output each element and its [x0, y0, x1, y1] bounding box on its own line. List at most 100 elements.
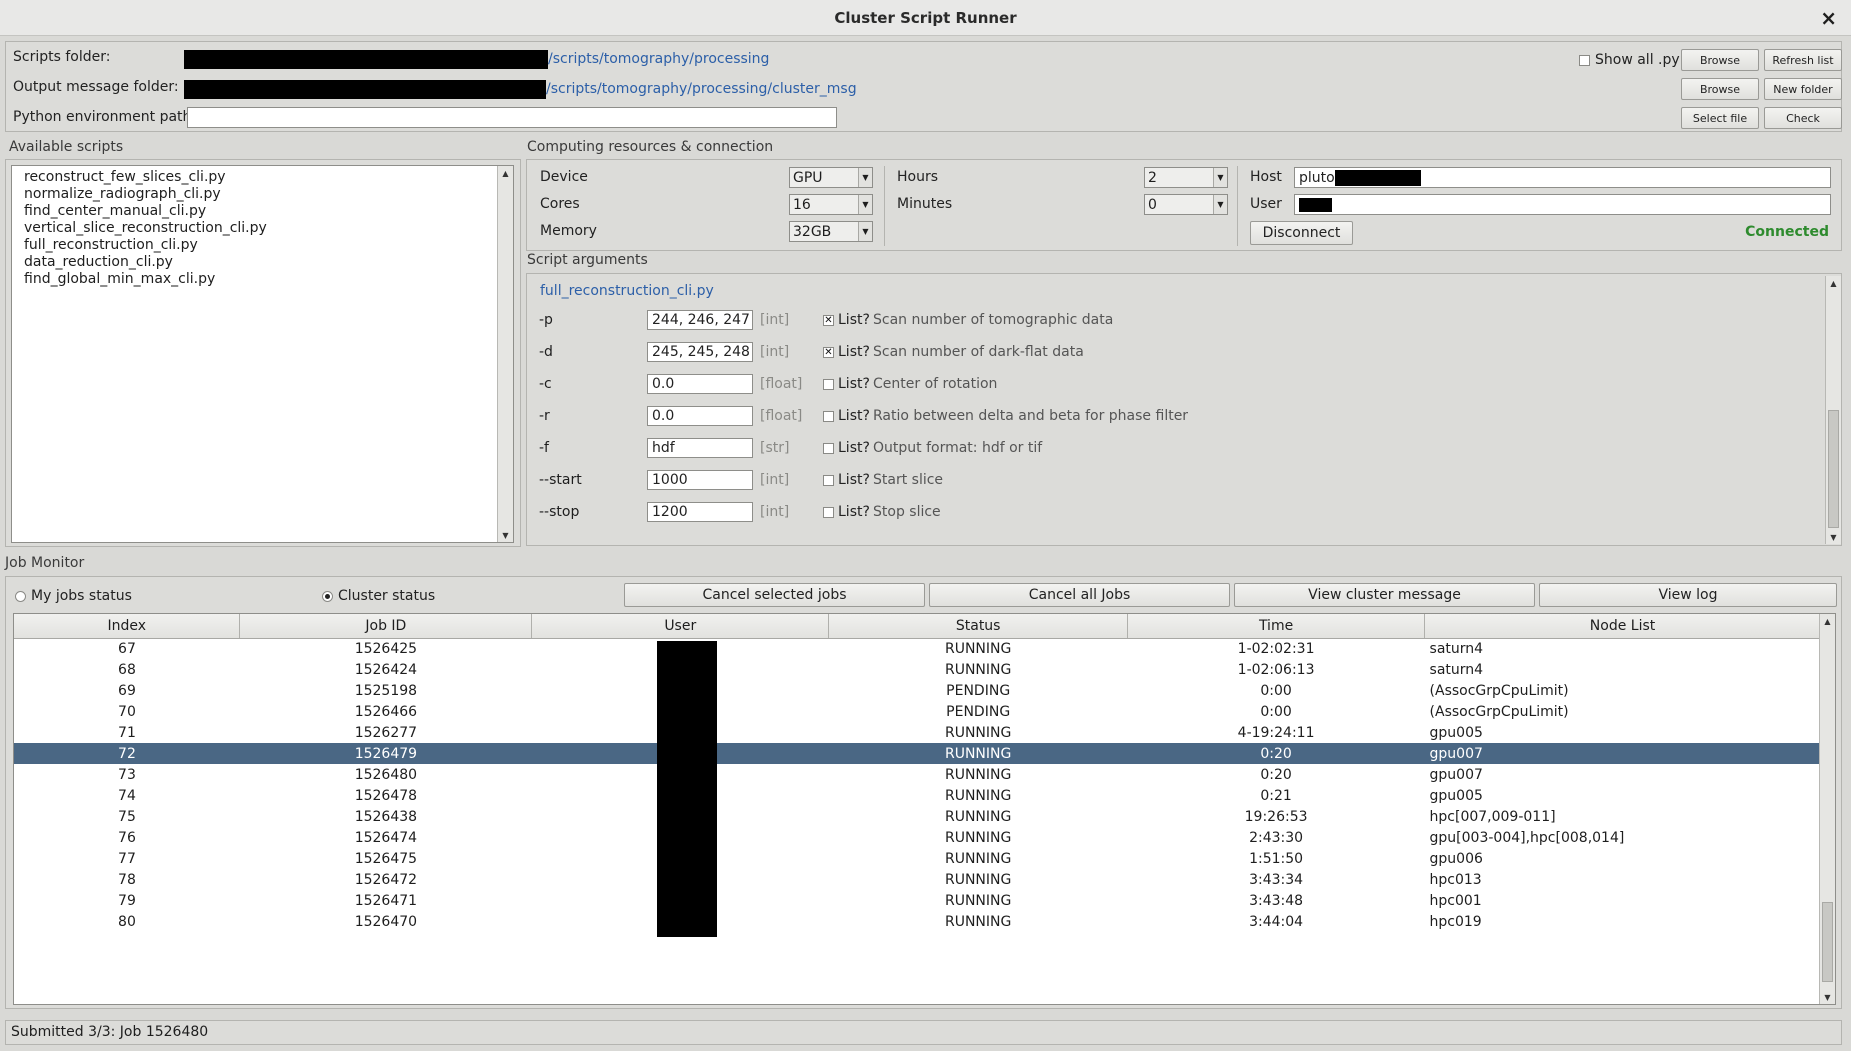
column-header-index[interactable]: Index	[14, 614, 241, 639]
view-log-button[interactable]: View log	[1539, 583, 1837, 607]
check-button[interactable]: Check	[1764, 107, 1842, 129]
scroll-down-icon[interactable]: ▼	[1820, 990, 1835, 1004]
cell-node-list: hpc[007,009-011]	[1429, 808, 1556, 825]
script-item[interactable]: full_reconstruction_cli.py	[24, 237, 198, 253]
cancel-all-jobs-button[interactable]: Cancel all Jobs	[929, 583, 1230, 607]
my-jobs-radio-button[interactable]	[15, 590, 26, 602]
table-row[interactable]: 68 1526424 RUNNING 1-02:06:13 saturn4	[14, 659, 1821, 680]
list-toggle[interactable]: List?	[823, 472, 870, 488]
jobs-table-container: Index Job ID User Status Time Node List …	[13, 613, 1836, 1005]
table-row[interactable]: 74 1526478 RUNNING 0:21 gpu005	[14, 785, 1821, 806]
argument-description: Center of rotation	[873, 376, 998, 392]
script-item[interactable]: data_reduction_cli.py	[24, 254, 173, 270]
scroll-down-icon[interactable]: ▼	[498, 528, 513, 542]
argument-description: Scan number of dark-flat data	[873, 344, 1084, 360]
cluster-status-label: Cluster status	[338, 588, 436, 604]
select-file-button[interactable]: Select file	[1681, 107, 1759, 129]
script-item[interactable]: vertical_slice_reconstruction_cli.py	[24, 220, 267, 236]
hours-select[interactable]: 2 ▼	[1144, 167, 1228, 188]
table-row-selected[interactable]: 72 1526479 RUNNING 0:20 gpu007	[14, 743, 1821, 764]
scripts-list[interactable]: reconstruct_few_slices_cli.py normalize_…	[11, 165, 514, 543]
close-icon[interactable]: ×	[1820, 6, 1837, 30]
table-row[interactable]: 79 1526471 RUNNING 3:43:48 hpc001	[14, 890, 1821, 911]
scroll-thumb[interactable]	[1828, 410, 1839, 528]
table-row[interactable]: 80 1526470 RUNNING 3:44:04 hpc019	[14, 911, 1821, 932]
script-item[interactable]: reconstruct_few_slices_cli.py	[24, 169, 226, 185]
list-toggle[interactable]: List?	[823, 376, 870, 392]
chevron-down-icon[interactable]: ▼	[858, 222, 872, 241]
scroll-up-icon[interactable]: ▲	[498, 166, 513, 180]
table-row[interactable]: 77 1526475 RUNNING 1:51:50 gpu006	[14, 848, 1821, 869]
scroll-up-icon[interactable]: ▲	[1826, 276, 1841, 290]
table-row[interactable]: 70 1526466 PENDING 0:00 (AssocGrpCpuLimit)	[14, 701, 1821, 722]
table-row[interactable]: 67 1526425 RUNNING 1-02:02:31 saturn4	[14, 638, 1821, 659]
memory-select[interactable]: 32GB ▼	[789, 221, 873, 242]
show-all-checkbox[interactable]: Show all .py	[1579, 52, 1680, 68]
refresh-list-button[interactable]: Refresh list	[1764, 49, 1842, 71]
list-checkbox[interactable]: ✕	[823, 314, 834, 326]
host-input[interactable]: pluto	[1294, 167, 1831, 188]
browse-output-button[interactable]: Browse	[1681, 78, 1759, 100]
argument-value-input[interactable]: 244, 246, 247	[647, 310, 753, 330]
device-select[interactable]: GPU ▼	[789, 167, 873, 188]
column-header-job-id[interactable]: Job ID	[239, 614, 533, 639]
list-toggle[interactable]: ✕ List?	[823, 344, 870, 360]
argument-row: --stop 1200 [int] List? Stop slice	[527, 500, 1617, 527]
my-jobs-radio[interactable]: My jobs status	[15, 588, 132, 604]
table-row[interactable]: 73 1526480 RUNNING 0:20 gpu007	[14, 764, 1821, 785]
scroll-thumb[interactable]	[1822, 902, 1833, 982]
table-row[interactable]: 69 1525198 PENDING 0:00 (AssocGrpCpuLimit)	[14, 680, 1821, 701]
column-header-time[interactable]: Time	[1127, 614, 1426, 639]
python-env-input[interactable]	[187, 107, 837, 128]
scroll-down-icon[interactable]: ▼	[1826, 530, 1841, 544]
table-row[interactable]: 71 1526277 RUNNING 4-19:24:11 gpu005	[14, 722, 1821, 743]
list-toggle[interactable]: List?	[823, 504, 870, 520]
cell-status: RUNNING	[828, 743, 1128, 764]
list-toggle[interactable]: List?	[823, 408, 870, 424]
argument-value-input[interactable]: 0.0	[647, 374, 753, 394]
column-header-node-list[interactable]: Node List	[1424, 614, 1821, 639]
cluster-status-radio[interactable]: Cluster status	[322, 588, 435, 604]
jobs-scrollbar[interactable]: ▲ ▼	[1819, 614, 1835, 1004]
view-cluster-message-button[interactable]: View cluster message	[1234, 583, 1535, 607]
argument-value-input[interactable]: 1200	[647, 502, 753, 522]
show-all-box[interactable]	[1579, 54, 1590, 66]
scripts-scrollbar[interactable]: ▲ ▼	[497, 166, 513, 542]
minutes-select[interactable]: 0 ▼	[1144, 194, 1228, 215]
cell-job-id: 1525198	[354, 682, 418, 699]
list-checkbox[interactable]	[823, 506, 834, 518]
argument-value-input[interactable]: 0.0	[647, 406, 753, 426]
table-row[interactable]: 78 1526472 RUNNING 3:43:34 hpc013	[14, 869, 1821, 890]
list-toggle[interactable]: List?	[823, 440, 870, 456]
script-item[interactable]: normalize_radiograph_cli.py	[24, 186, 221, 202]
column-header-user[interactable]: User	[531, 614, 830, 639]
table-row[interactable]: 75 1526438 RUNNING 19:26:53 hpc[007,009-011]	[14, 806, 1821, 827]
chevron-down-icon[interactable]: ▼	[858, 168, 872, 187]
list-checkbox[interactable]	[823, 474, 834, 486]
list-checkbox[interactable]: ✕	[823, 346, 834, 358]
chevron-down-icon[interactable]: ▼	[858, 195, 872, 214]
memory-label: Memory	[540, 223, 597, 239]
script-item[interactable]: find_global_min_max_cli.py	[24, 271, 215, 287]
argument-value-input[interactable]: hdf	[647, 438, 753, 458]
table-row[interactable]: 76 1526474 RUNNING 2:43:30 gpu[003-004],hpc[…	[14, 827, 1821, 848]
list-checkbox[interactable]	[823, 410, 834, 422]
browse-scripts-button[interactable]: Browse	[1681, 49, 1759, 71]
script-item[interactable]: find_center_manual_cli.py	[24, 203, 206, 219]
argument-value-input[interactable]: 245, 245, 248	[647, 342, 753, 362]
user-input[interactable]	[1294, 194, 1831, 215]
new-folder-button[interactable]: New folder	[1764, 78, 1842, 100]
scroll-up-icon[interactable]: ▲	[1820, 614, 1835, 628]
disconnect-button[interactable]: Disconnect	[1250, 221, 1353, 245]
arguments-scrollbar[interactable]: ▲ ▼	[1825, 276, 1841, 544]
argument-value-input[interactable]: 1000	[647, 470, 753, 490]
cancel-selected-jobs-button[interactable]: Cancel selected jobs	[624, 583, 925, 607]
column-header-status[interactable]: Status	[828, 614, 1129, 639]
chevron-down-icon[interactable]: ▼	[1213, 168, 1227, 187]
list-checkbox[interactable]	[823, 378, 834, 390]
cluster-status-radio-button[interactable]	[322, 590, 333, 602]
chevron-down-icon[interactable]: ▼	[1213, 195, 1227, 214]
list-toggle[interactable]: ✕ List?	[823, 312, 870, 328]
cores-select[interactable]: 16 ▼	[789, 194, 873, 215]
list-checkbox[interactable]	[823, 442, 834, 454]
